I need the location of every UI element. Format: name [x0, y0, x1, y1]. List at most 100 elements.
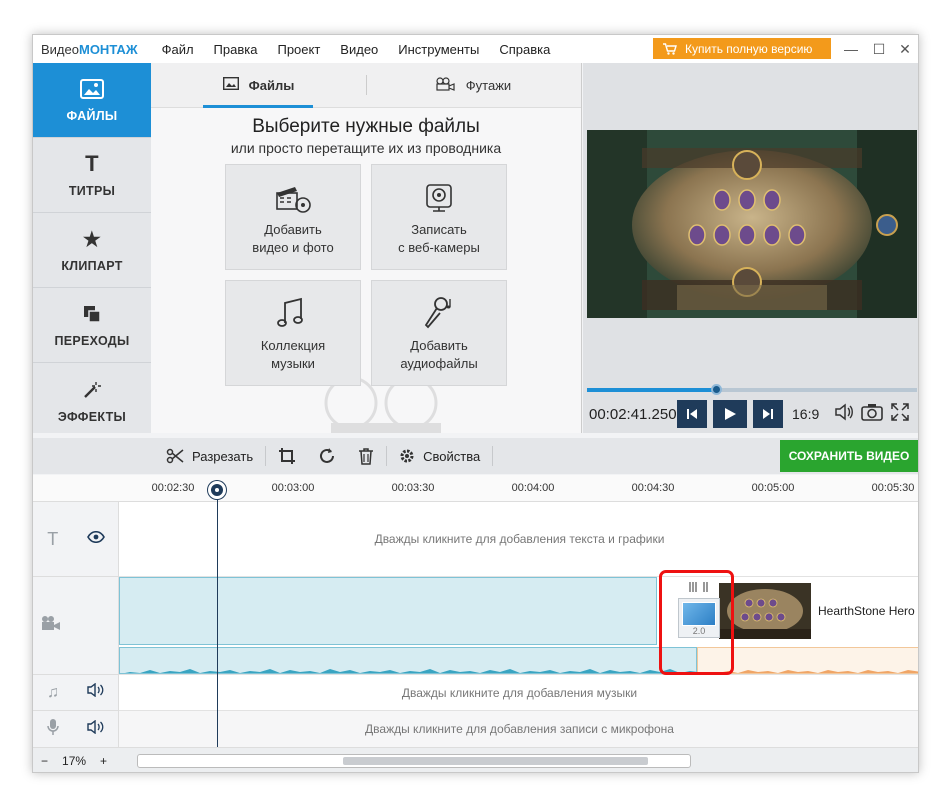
record-webcam-button[interactable]: Записать с веб-камеры — [371, 164, 507, 270]
scissors-icon — [166, 448, 184, 464]
audio-waveform-clip[interactable] — [119, 647, 697, 674]
mic-track-header — [33, 711, 119, 747]
buy-button-label: Купить полную версию — [685, 41, 813, 56]
timeline-toolbar: Разрезать Свойства СОХРАНИТЬ ВИДЕО — [33, 438, 918, 474]
preview-progress-bar[interactable] — [587, 384, 917, 395]
sidebar-item-files[interactable]: ФАЙЛЫ — [33, 63, 160, 138]
tile-line-1: Коллекция — [260, 338, 326, 353]
timecode: 00:02:41.250 — [589, 406, 677, 423]
zoom-control: − 17% + — [41, 754, 107, 768]
close-icon[interactable]: ✕ — [895, 39, 915, 59]
text-track-hint: Дважды кликните для добавления текста и … — [374, 532, 665, 546]
crop-icon[interactable] — [278, 447, 296, 465]
trash-icon[interactable] — [358, 447, 374, 465]
sidebar-item-transitions[interactable]: ПЕРЕХОДЫ — [33, 288, 151, 363]
files-panel: Файлы Футажи Выберите нужные файлы или п… — [151, 63, 582, 433]
menu-video[interactable]: Видео — [340, 42, 378, 57]
microphone-icon — [47, 718, 59, 741]
menu-edit[interactable]: Правка — [214, 42, 258, 57]
sidebar-item-effects[interactable]: ЭФФЕКТЫ — [33, 363, 151, 438]
music-collection-button[interactable]: Коллекция музыки — [225, 280, 361, 386]
zoom-out-button[interactable]: − — [41, 754, 48, 768]
menu-help[interactable]: Справка — [499, 42, 550, 57]
play-icon[interactable] — [713, 400, 747, 428]
menu-file[interactable]: Файл — [162, 42, 194, 57]
timeline-scrollbar[interactable] — [137, 754, 691, 768]
video-clip[interactable] — [119, 577, 657, 645]
volume-icon[interactable] — [87, 682, 105, 702]
files-subheading: или просто перетащите их из проводника — [230, 140, 502, 156]
tile-line-1: Добавить — [410, 338, 468, 353]
progress-knob[interactable] — [710, 384, 722, 395]
tab-divider — [366, 75, 367, 95]
minimize-icon[interactable]: — — [841, 39, 861, 59]
add-audio-files-button[interactable]: Добавить аудиофайлы — [371, 280, 507, 386]
app-window: ВидеоМОНТАЖ Файл Правка Проект Видео Инс… — [32, 34, 919, 773]
ruler-tick: 00:05:00 — [751, 482, 795, 494]
timeline-tracks: Дважды кликните для добавления текста и … — [119, 502, 918, 747]
playhead-handle[interactable] — [208, 481, 226, 499]
zoom-in-button[interactable]: + — [100, 754, 107, 768]
menu-tools[interactable]: Инструменты — [398, 42, 479, 57]
tile-line-2: видео и фото — [252, 240, 334, 255]
magic-wand-icon — [83, 378, 101, 402]
music-note-icon: ♫ — [47, 683, 59, 701]
ruler-tick: 00:02:30 — [151, 482, 195, 494]
sidebar-item-label: ЭФФЕКТЫ — [57, 409, 127, 424]
game-screenshot — [587, 130, 917, 318]
tile-line-1: Записать — [411, 222, 467, 237]
text-track[interactable]: Дважды кликните для добавления текста и … — [119, 502, 918, 577]
rotate-icon[interactable] — [318, 447, 336, 465]
files-heading: Выберите нужные файлы — [252, 116, 480, 137]
sidebar-item-titles[interactable]: T ТИТРЫ — [33, 138, 151, 213]
sidebar-item-label: ТИТРЫ — [68, 184, 116, 198]
image-icon — [222, 76, 239, 93]
text-track-header: T — [33, 502, 119, 577]
timeline-ruler[interactable]: 00:02:30 00:03:00 00:03:30 00:04:00 00:0… — [33, 475, 918, 502]
add-video-photo-button[interactable]: Добавить видео и фото — [225, 164, 361, 270]
menu-project[interactable]: Проект — [277, 42, 320, 57]
zoom-level: 17% — [62, 754, 87, 768]
next-icon[interactable] — [753, 400, 783, 428]
music-track[interactable]: Дважды кликните для добавления музыки — [119, 675, 918, 711]
scrollbar-thumb[interactable] — [343, 757, 648, 765]
save-video-button[interactable]: СОХРАНИТЬ ВИДЕО — [780, 440, 918, 472]
music-track-header: ♫ — [33, 675, 119, 711]
buy-full-version-button[interactable]: Купить полную версию — [653, 38, 831, 59]
mic-track-hint: Дважды кликните для добавления записи с … — [365, 722, 674, 736]
tile-line-2: аудиофайлы — [400, 356, 478, 371]
music-track-hint: Дважды кликните для добавления музыки — [401, 685, 638, 700]
camera-icon[interactable] — [861, 403, 883, 425]
volume-icon[interactable] — [87, 719, 105, 739]
tab-files[interactable]: Файлы — [151, 63, 366, 107]
previous-icon[interactable] — [677, 400, 707, 428]
fullscreen-icon[interactable] — [889, 403, 911, 425]
files-tabs: Файлы Футажи — [151, 63, 581, 108]
ruler-tick: 00:04:00 — [511, 482, 555, 494]
star-icon: ★ — [82, 228, 102, 251]
video-preview[interactable] — [587, 130, 917, 318]
volume-icon[interactable] — [833, 403, 855, 425]
eye-icon[interactable] — [86, 530, 105, 548]
sidebar-item-label: ФАЙЛЫ — [66, 109, 118, 123]
tile-line-2: с веб-камеры — [398, 240, 480, 255]
video-reel-icon — [276, 187, 311, 213]
maximize-icon[interactable]: ☐ — [869, 39, 889, 59]
preview-panel: 00:02:41.250 16:9 — [583, 63, 918, 433]
mic-track[interactable]: Дважды кликните для добавления записи с … — [119, 711, 918, 747]
toolbar-divider — [386, 446, 388, 466]
properties-button[interactable]: Свойства — [399, 448, 480, 464]
menu-bar: Файл Правка Проект Видео Инструменты Спр… — [162, 42, 571, 57]
audio-waveform — [125, 669, 696, 673]
sidebar-item-clipart[interactable]: ★ КЛИПАРТ — [33, 213, 151, 288]
cut-button[interactable]: Разрезать — [166, 448, 253, 464]
aspect-ratio[interactable]: 16:9 — [792, 406, 819, 422]
transitions-icon — [83, 302, 101, 326]
cart-icon — [663, 42, 677, 55]
tile-line-2: музыки — [271, 356, 315, 371]
gear-icon — [400, 449, 414, 463]
tab-label: Футажи — [465, 77, 512, 93]
ruler-tick: 00:03:30 — [391, 482, 435, 494]
app-logo: ВидеоМОНТАЖ — [41, 41, 138, 57]
tab-footage[interactable]: Футажи — [366, 63, 581, 107]
